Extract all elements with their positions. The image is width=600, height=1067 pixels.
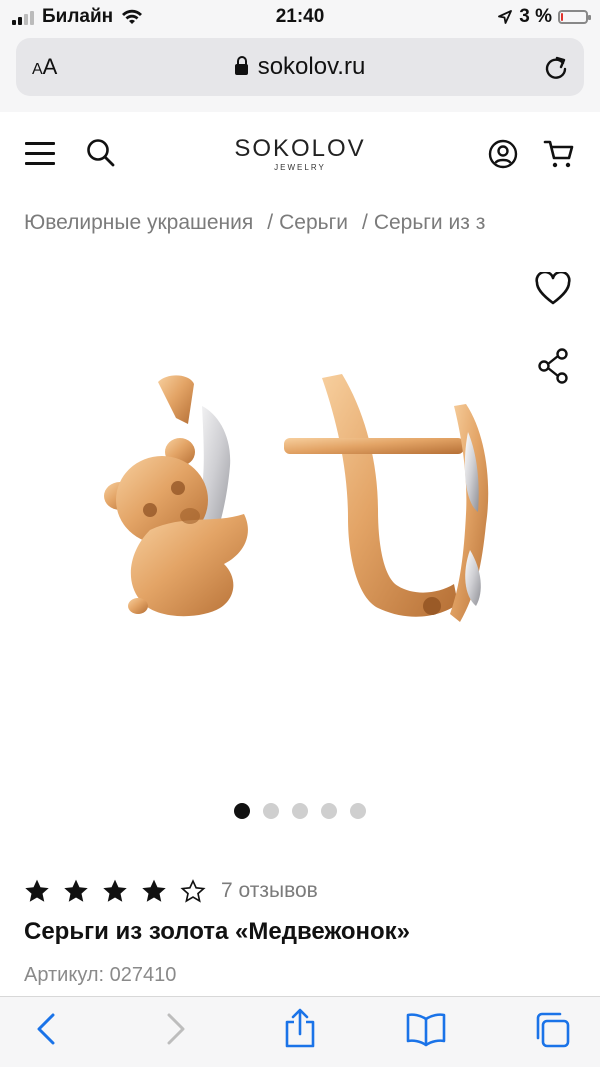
- battery-percent: 3 %: [519, 6, 552, 27]
- pagination-dot[interactable]: [292, 803, 308, 819]
- address-bar[interactable]: AA sokolov.ru: [16, 38, 584, 96]
- product-rating[interactable]: 7 отзывов: [24, 878, 318, 904]
- pagination-dot[interactable]: [234, 803, 250, 819]
- lock-icon: [234, 56, 248, 75]
- star-filled-icon: [64, 879, 88, 902]
- reload-icon[interactable]: [542, 52, 570, 82]
- star-filled-icon: [142, 879, 166, 902]
- product-image[interactable]: [90, 360, 510, 660]
- breadcrumb: Ювелирные украшения / Серьги / Серьги из з: [24, 211, 600, 235]
- breadcrumb-separator: /: [361, 211, 368, 234]
- gallery-pagination: [0, 803, 600, 819]
- breadcrumb-item[interactable]: Ювелирные украшения: [24, 211, 253, 234]
- star-empty-icon: [180, 879, 206, 903]
- url-text: sokolov.ru: [257, 53, 366, 80]
- heart-icon[interactable]: [535, 272, 571, 306]
- pagination-dot[interactable]: [350, 803, 366, 819]
- battery-icon: [558, 10, 591, 24]
- pagination-dot[interactable]: [263, 803, 279, 819]
- product-title: Серьги из золота «Медвежонок»: [24, 918, 411, 945]
- reviews-link[interactable]: 7 отзывов: [221, 879, 318, 903]
- tabs-icon[interactable]: [533, 1011, 571, 1049]
- status-bar: Билайн 21:40 3 %: [0, 0, 600, 34]
- breadcrumb-separator: /: [267, 211, 274, 234]
- breadcrumb-item[interactable]: Серьги: [279, 211, 348, 234]
- browser-toolbar: [0, 996, 600, 1067]
- pagination-dot[interactable]: [321, 803, 337, 819]
- star-filled-icon: [25, 879, 49, 902]
- back-icon[interactable]: [34, 1011, 58, 1047]
- user-icon[interactable]: [488, 139, 518, 169]
- forward-icon[interactable]: [164, 1011, 188, 1047]
- share-sheet-icon[interactable]: [283, 1007, 317, 1049]
- product-sku: Артикул: 027410: [24, 964, 177, 986]
- star-filled-icon: [103, 879, 127, 902]
- bookmarks-icon[interactable]: [406, 1011, 446, 1047]
- cart-icon[interactable]: [543, 138, 575, 170]
- location-arrow-icon: [498, 10, 513, 24]
- site-header: SOKOLOV JEWELRY: [0, 112, 600, 198]
- breadcrumb-item[interactable]: Серьги из з: [374, 211, 486, 234]
- browser-address-area: AA sokolov.ru: [0, 34, 600, 113]
- share-icon[interactable]: [538, 348, 570, 384]
